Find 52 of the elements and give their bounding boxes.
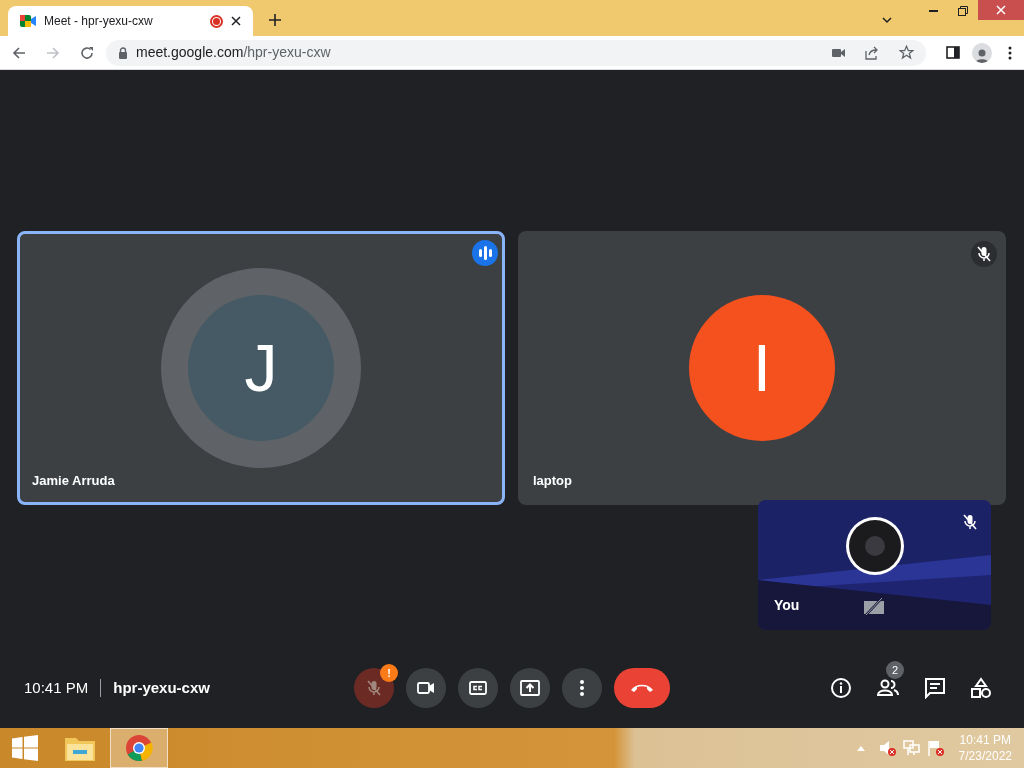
- close-icon: [996, 5, 1006, 15]
- profile-icon[interactable]: [972, 42, 992, 63]
- participant-name: laptop: [533, 471, 572, 490]
- more-vertical-icon: [580, 680, 584, 696]
- video-camera-icon: [417, 681, 435, 695]
- side-panel-icon[interactable]: [946, 46, 960, 59]
- people-icon[interactable]: [876, 678, 900, 698]
- present-screen-icon: [520, 680, 540, 696]
- flag-icon[interactable]: [926, 740, 945, 756]
- taskbar-button[interactable]: [110, 728, 168, 768]
- browser-tab[interactable]: Meet - hpr-yexu-cxw: [8, 6, 253, 36]
- star-icon[interactable]: [899, 45, 914, 60]
- video-camera-icon[interactable]: [832, 47, 845, 58]
- back-icon[interactable]: [12, 45, 26, 60]
- windows-start-icon[interactable]: [12, 735, 38, 761]
- browser-logo-icon: [125, 734, 153, 762]
- chat-icon[interactable]: [924, 677, 946, 699]
- shapes-icon[interactable]: [970, 677, 992, 699]
- participant-name: Jamie Arruda: [32, 471, 115, 490]
- url-text: meet.google.com/hpr-yexu-cxw: [136, 43, 332, 62]
- present-button[interactable]: [510, 668, 550, 708]
- restore-icon[interactable]: [958, 6, 968, 16]
- phone-hang-up-icon: [630, 683, 654, 693]
- tab-title: Meet - hpr-yexu-cxw: [44, 13, 154, 30]
- reload-icon[interactable]: [80, 45, 94, 60]
- participant-count-badge: 2: [886, 661, 904, 679]
- speaker-muted-icon[interactable]: [878, 740, 897, 756]
- close-icon[interactable]: [231, 16, 241, 26]
- self-name: You: [774, 596, 800, 615]
- alert-badge: !: [380, 664, 398, 682]
- clock-time[interactable]: 10:41 PM: [959, 732, 1011, 748]
- mic-off-icon: [367, 680, 381, 696]
- mic-off-icon: [963, 514, 977, 530]
- avatar-initial: J: [244, 329, 278, 407]
- new-tab-icon[interactable]: [269, 14, 281, 26]
- more-options-button[interactable]: [562, 668, 602, 708]
- audio-level-icon: [472, 240, 498, 266]
- share-icon[interactable]: [865, 45, 879, 60]
- meeting-code: hpr-yexu-cxw: [113, 677, 210, 698]
- captions-icon: [469, 681, 487, 695]
- address-bar[interactable]: meet.google.com/hpr-yexu-cxw: [106, 39, 926, 66]
- video-camera-icon: [20, 14, 36, 28]
- info-icon[interactable]: [830, 677, 852, 699]
- camera-button[interactable]: [406, 668, 446, 708]
- lock-icon: [118, 46, 128, 59]
- leave-call-button[interactable]: [614, 668, 670, 708]
- clock-date[interactable]: 7/23/2022: [958, 748, 1012, 764]
- menu-icon[interactable]: [1008, 45, 1012, 60]
- avatar-initial: I: [752, 329, 772, 407]
- chevron-down-icon[interactable]: [882, 17, 892, 24]
- captions-button[interactable]: [458, 668, 498, 708]
- meeting-time: 10:41 PM: [24, 677, 89, 698]
